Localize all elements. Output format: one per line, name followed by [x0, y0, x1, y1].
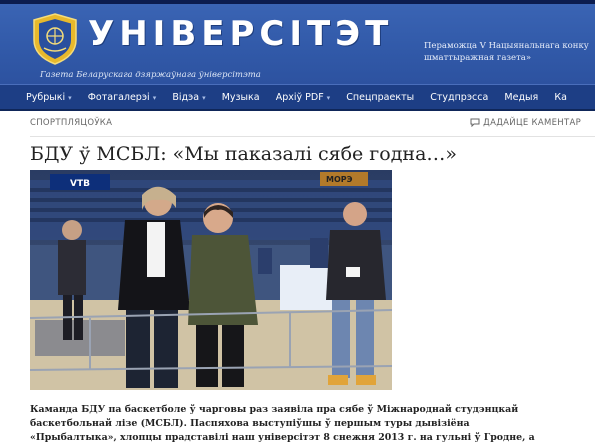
- nav-item-studpressa[interactable]: Студпрэсса: [430, 86, 489, 109]
- basketball-arena-photo: VTB МОРЭ: [30, 170, 392, 390]
- promo-line-1: Пераможца V Нацыянальнага конку: [424, 41, 589, 51]
- nav-label: Рубрыкі: [26, 92, 66, 103]
- add-comment-link[interactable]: ДАДАЙЦЕ КАМЕНТАР: [470, 118, 581, 128]
- article-body-line-1: Каманда БДУ па баскетболе ў чарговы раз …: [30, 404, 519, 415]
- nav-label: Спецпраекты: [346, 92, 415, 103]
- speech-bubble-icon: [470, 118, 480, 128]
- site-title[interactable]: УНІВЕРСІТЭТ: [88, 14, 393, 54]
- promo-text[interactable]: Пераможца V Нацыянальнага конку шматтыра…: [424, 40, 595, 64]
- article-body-line-3: «Прыбалтыка», хлопцы прадставілі наш уні…: [30, 432, 535, 443]
- nav-label: Музыка: [221, 92, 260, 103]
- article-title: БДУ ў МСБЛ: «Мы паказалі сябе годна…»: [30, 143, 458, 165]
- chevron-down-icon: ▾: [202, 94, 206, 102]
- article-body: Каманда БДУ па баскетболе ў чарговы раз …: [30, 403, 570, 445]
- nav-item-fotagalerei[interactable]: Фотагалерэі ▾: [87, 86, 157, 109]
- chevron-down-icon: ▾: [326, 94, 331, 102]
- site-header: УНІВЕРСІТЭТ Газета Беларускага дзяржаўна…: [0, 4, 595, 84]
- nav-item-spetsprajekty[interactable]: Спецпраекты: [346, 86, 415, 109]
- chevron-down-icon: ▾: [68, 94, 72, 102]
- nav-label: Медыя: [504, 92, 539, 103]
- article-body-line-2: баскетбольнай лізе (МСБЛ). Паспяхова выс…: [30, 418, 470, 429]
- nav-label: Фотагалерэі: [87, 92, 150, 103]
- nav-label: Ка: [554, 92, 567, 103]
- main-nav: Рубрыкі ▾ Фотагалерэі ▾ Відэа ▾ Музыка Архі…: [0, 84, 595, 111]
- article-meta: СПОРТПЛЯЦОЎКА ДАДАЙЦЕ КАМЕНТАР: [30, 118, 595, 137]
- photo-sign-text: VTB: [70, 179, 90, 189]
- nav-item-rubryki[interactable]: Рубрыкі ▾: [26, 86, 72, 109]
- nav-label: Архіў PDF: [275, 92, 324, 103]
- site-subtitle: Газета Беларускага дзяржаўнага ўніверсіт…: [40, 70, 261, 80]
- nav-item-arkhiu-pdf[interactable]: Архіў PDF ▾: [275, 86, 331, 109]
- add-comment-label: ДАДАЙЦЕ КАМЕНТАР: [483, 118, 581, 128]
- nav-item-media[interactable]: Медыя: [504, 86, 539, 109]
- promo-line-2: шматтыражная газета»: [424, 53, 532, 63]
- nav-label: Студпрэсса: [430, 92, 489, 103]
- nav-item-more[interactable]: Ка: [554, 86, 567, 109]
- chevron-down-icon: ▾: [152, 94, 157, 102]
- nav-label: Відэа: [172, 92, 200, 103]
- nav-item-videa[interactable]: Відэа ▾: [172, 86, 206, 109]
- bsu-crest-icon[interactable]: [30, 12, 80, 66]
- photo-board-text: МОРЭ: [326, 175, 353, 184]
- nav-item-muzyka[interactable]: Музыка: [221, 86, 260, 109]
- article-category[interactable]: СПОРТПЛЯЦОЎКА: [30, 118, 112, 128]
- article-photo[interactable]: VTB МОРЭ: [30, 170, 392, 390]
